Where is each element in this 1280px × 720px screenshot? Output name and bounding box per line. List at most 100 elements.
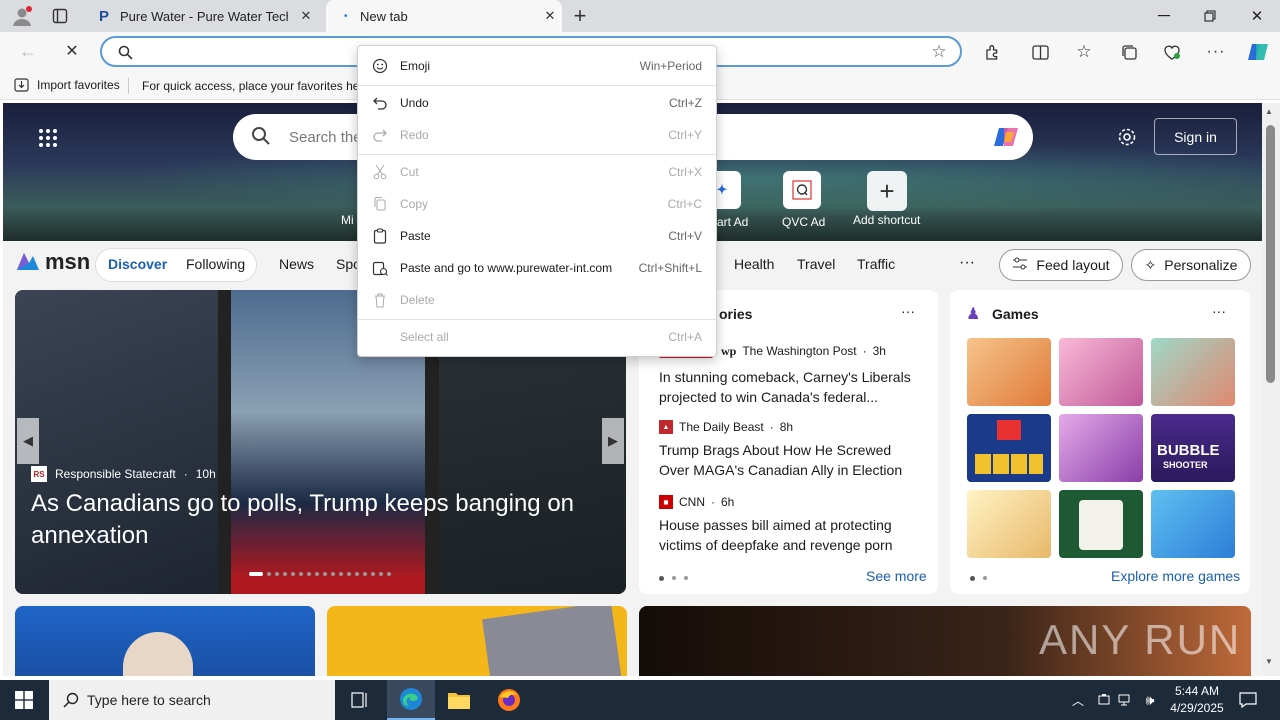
tab-following[interactable]: Following xyxy=(186,256,245,272)
clock[interactable]: 5:44 AM 4/29/2025 xyxy=(1164,683,1230,717)
menu-item-paste[interactable]: Paste Ctrl+V xyxy=(358,221,716,251)
story-headline[interactable]: In stunning comeback, Carney's Liberals … xyxy=(659,367,921,407)
story-headline[interactable]: House passes bill aimed at protecting vi… xyxy=(659,515,921,555)
task-view-icon[interactable] xyxy=(336,680,384,720)
minimize-icon[interactable] xyxy=(1150,6,1178,26)
daily-beast-logo-icon: ▲ xyxy=(659,420,673,434)
notifications-icon[interactable] xyxy=(1236,688,1260,712)
carousel-next-icon[interactable]: ▶ xyxy=(602,418,624,464)
favorite-star-icon[interactable]: ☆ xyxy=(928,41,950,63)
game-tile[interactable] xyxy=(1059,338,1143,406)
shortcut-tile-qvc[interactable] xyxy=(783,171,821,209)
search-placeholder: Search the xyxy=(289,129,362,146)
feed-layout-button[interactable]: Feed layout xyxy=(999,249,1123,281)
start-button[interactable] xyxy=(0,680,48,720)
close-tab-icon[interactable]: ✕ xyxy=(298,8,314,24)
scroll-down-icon[interactable]: ▼ xyxy=(1265,657,1273,666)
split-screen-icon[interactable] xyxy=(1028,40,1052,64)
loading-dot-icon: • xyxy=(344,10,348,22)
pager-dots[interactable] xyxy=(659,576,688,581)
game-tile[interactable] xyxy=(1059,490,1143,558)
news-card[interactable] xyxy=(327,606,627,676)
copilot-icon[interactable] xyxy=(1244,38,1272,66)
menu-item-shortcut: Ctrl+A xyxy=(668,330,702,344)
vertical-scrollbar[interactable]: ▲ ▼ xyxy=(1262,103,1280,676)
restore-icon[interactable] xyxy=(1196,6,1224,26)
tab-new-tab[interactable]: • New tab ✕ xyxy=(326,0,562,32)
menu-item-cut[interactable]: Cut Ctrl+X xyxy=(358,157,716,187)
clock-time: 5:44 AM xyxy=(1174,684,1220,698)
firefox-icon[interactable] xyxy=(485,680,533,720)
game-tile[interactable] xyxy=(967,338,1051,406)
copilot-search-icon[interactable] xyxy=(991,122,1021,152)
menu-item-copy[interactable]: Copy Ctrl+C xyxy=(358,189,716,219)
scroll-thumb[interactable] xyxy=(1266,125,1275,383)
new-tab-icon[interactable]: + xyxy=(568,3,592,28)
carousel-prev-icon[interactable]: ◀ xyxy=(17,418,39,464)
menu-item-delete[interactable]: Delete xyxy=(358,285,716,315)
feed-layout-label: Feed layout xyxy=(1036,257,1110,273)
more-nav-icon[interactable]: ··· xyxy=(959,254,975,272)
volume-icon[interactable]: 🕪 xyxy=(1140,690,1160,710)
settings-more-icon[interactable]: ··· xyxy=(1204,40,1228,64)
card-more-icon[interactable]: ··· xyxy=(901,303,915,319)
device-icon[interactable] xyxy=(1094,690,1114,710)
file-explorer-icon[interactable] xyxy=(435,680,483,720)
game-tile[interactable] xyxy=(967,414,1051,482)
menu-item-select-all[interactable]: Select all Ctrl+A xyxy=(358,322,716,352)
stop-loading-icon[interactable]: ✕ xyxy=(58,38,86,64)
nav-traffic[interactable]: Traffic xyxy=(857,256,895,272)
tab-actions-icon[interactable] xyxy=(48,4,72,28)
carousel-dots[interactable] xyxy=(249,572,391,576)
chevron-up-icon[interactable]: ︿ xyxy=(1068,690,1088,710)
menu-item-undo[interactable]: Undo Ctrl+Z xyxy=(358,88,716,118)
personalize-button[interactable]: ✧ Personalize xyxy=(1131,249,1251,281)
browser-essentials-icon[interactable] xyxy=(1160,40,1184,64)
menu-item-emoji[interactable]: Emoji Win+Period xyxy=(358,51,716,81)
nav-travel[interactable]: Travel xyxy=(797,256,835,272)
story-source: wp The Washington Post · 3h xyxy=(721,344,886,358)
nav-health[interactable]: Health xyxy=(734,256,774,272)
menu-item-redo[interactable]: Redo Ctrl+Y xyxy=(358,120,716,150)
add-shortcut-button[interactable]: + xyxy=(867,171,907,211)
collections-icon[interactable] xyxy=(1117,40,1141,64)
news-card[interactable]: ANY RUN xyxy=(639,606,1251,676)
see-more-link[interactable]: See more xyxy=(866,568,927,584)
network-icon[interactable] xyxy=(1116,690,1136,710)
game-tile[interactable] xyxy=(1151,490,1235,558)
nav-news[interactable]: News xyxy=(279,256,314,272)
tab-discover[interactable]: Discover xyxy=(108,256,167,272)
back-icon[interactable]: ← xyxy=(14,38,42,64)
menu-item-label: Select all xyxy=(400,330,449,344)
hero-headline[interactable]: As Canadians go to polls, Trump keeps ba… xyxy=(31,488,611,552)
profile-icon[interactable] xyxy=(8,2,36,30)
edge-taskbar-icon[interactable] xyxy=(387,680,435,720)
taskbar-search[interactable]: Type here to search xyxy=(49,680,335,720)
close-window-icon[interactable]: ✕ xyxy=(1243,6,1271,26)
story-headline[interactable]: Trump Brags About How He Screwed Over MA… xyxy=(659,440,921,480)
pager-dots[interactable] xyxy=(970,576,987,581)
story-time: 3h xyxy=(872,344,886,358)
page-settings-icon[interactable] xyxy=(1115,125,1139,149)
favorites-icon[interactable]: ☆ xyxy=(1072,40,1096,64)
sign-in-button[interactable]: Sign in xyxy=(1154,118,1237,155)
scroll-up-icon[interactable]: ▲ xyxy=(1265,107,1273,116)
import-favorites-button[interactable]: Import favorites xyxy=(14,78,120,92)
shortcut-label: QVC Ad xyxy=(782,215,826,229)
apps-grid-icon[interactable] xyxy=(37,127,59,149)
menu-item-paste-and-go[interactable]: Paste and go to www.purewater-int.com Ct… xyxy=(358,253,716,283)
tab-pure-water[interactable]: P Pure Water - Pure Water Technolo ✕ xyxy=(84,0,322,32)
msn-logo[interactable]: msn xyxy=(15,249,90,275)
game-tile[interactable] xyxy=(1059,414,1143,482)
close-tab-icon[interactable]: ✕ xyxy=(542,8,558,24)
game-tile[interactable] xyxy=(1151,338,1235,406)
game-tile[interactable] xyxy=(967,490,1051,558)
tab-title: New tab xyxy=(360,8,408,24)
extensions-icon[interactable] xyxy=(980,40,1004,64)
news-card[interactable] xyxy=(15,606,315,676)
redo-icon xyxy=(370,128,390,142)
game-tile[interactable]: BUBBLE SHOOTER xyxy=(1151,414,1235,482)
story-time: 8h xyxy=(779,420,794,434)
explore-games-link[interactable]: Explore more games xyxy=(1111,568,1240,584)
card-more-icon[interactable]: ··· xyxy=(1212,303,1226,319)
